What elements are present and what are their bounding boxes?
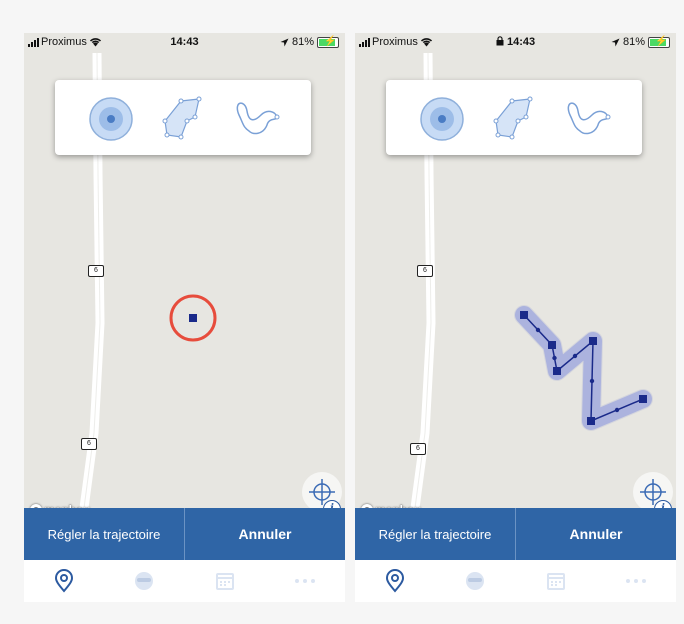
action-bar: Régler la trajectoire Annuler [24,508,345,560]
trajectory-midpoint[interactable] [552,355,557,361]
tab-map[interactable] [24,569,104,593]
point-circle-icon [89,97,133,141]
drawing-tool-panel [386,80,642,155]
tab-more[interactable] [596,577,676,585]
trajectory-midpoint[interactable] [572,353,578,359]
polygon-tool-button[interactable] [490,95,538,143]
trajectory-midpoint[interactable] [589,378,595,384]
location-arrow-icon [280,38,289,47]
more-dots-icon [625,579,646,583]
trajectory-vertex[interactable] [548,341,556,349]
set-trajectory-button[interactable]: Régler la trajectoire [24,508,185,560]
trajectory-midpoint[interactable] [614,407,620,413]
tab-profile[interactable] [104,570,184,592]
point-tool-button[interactable] [418,95,466,143]
battery-percent: 81% [622,36,645,48]
freehand-path-icon [567,102,611,135]
lock-icon [496,36,504,46]
action-bar: Régler la trajectoire Annuler [355,508,676,560]
trajectory-vertex[interactable] [520,311,528,319]
freehand-path-icon [236,102,280,135]
battery-icon: ⚡ [648,36,670,48]
path-tool-button[interactable] [229,95,280,143]
location-arrow-icon [611,38,620,47]
selected-point-highlight [169,294,217,342]
battery-percent: 81% [291,36,314,48]
point-marker[interactable] [189,314,197,322]
battery-icon: ⚡ [317,36,339,48]
map-pin-icon [386,569,405,593]
polygon-icon [162,96,202,140]
face-icon [135,572,154,590]
trajectory-midpoint[interactable] [535,327,541,333]
trajectory-vertex[interactable] [639,395,647,403]
trajectory-vertex[interactable] [553,367,561,375]
polygon-tool-button[interactable] [159,95,207,143]
road-shield: 6 [88,265,104,277]
tab-bar [24,560,345,602]
tab-bar [355,560,676,602]
status-right: 81% ⚡ [611,36,670,48]
cancel-button[interactable]: Annuler [516,508,676,560]
phone-screen-left: Proximus 14:43 81% ⚡ 6 6 Régler la traje… [24,33,345,602]
map-pin-icon [55,569,74,593]
point-tool-button[interactable] [87,95,135,143]
tab-profile[interactable] [435,570,515,592]
clock-text: 14:43 [506,36,536,48]
drawing-tool-panel [55,80,311,155]
calendar-icon [546,573,565,590]
status-right: 81% ⚡ [280,36,339,48]
tab-more[interactable] [265,577,345,585]
calendar-icon [215,573,234,590]
road-shield: 6 [81,438,97,450]
tab-calendar[interactable] [516,570,596,592]
path-tool-button[interactable] [560,95,611,143]
trajectory-vertex[interactable] [589,337,597,345]
face-icon [466,572,485,590]
point-circle-icon [420,97,464,141]
tab-calendar[interactable] [185,570,265,592]
trajectory-vertex[interactable] [587,417,595,425]
status-bar: Proximus 14:43 81% ⚡ [24,33,345,53]
phone-screen-right: Proximus 14:43 81% ⚡ 6 6 Régler la traje… [355,33,676,602]
polygon-icon [493,96,533,140]
set-trajectory-button[interactable]: Régler la trajectoire [355,508,516,560]
status-bar: Proximus 14:43 81% ⚡ [355,33,676,53]
cancel-button[interactable]: Annuler [185,508,345,560]
more-dots-icon [294,579,315,583]
tab-map[interactable] [355,569,435,593]
map-view[interactable]: 6 6 [24,53,345,518]
map-view[interactable]: 6 6 [355,53,676,518]
